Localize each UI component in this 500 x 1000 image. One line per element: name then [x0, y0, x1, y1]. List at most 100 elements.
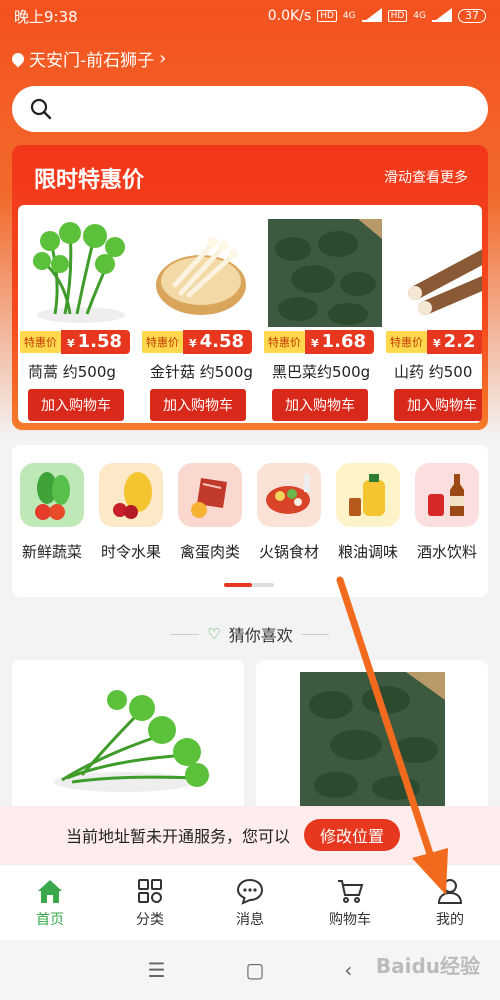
add-to-cart-button[interactable]: 加入购物车: [272, 389, 368, 421]
category-item[interactable]: 禽蛋肉类: [176, 463, 244, 562]
price-row: 特惠价 ¥4.58: [142, 329, 253, 355]
bottom-tab-bar: 首页 分类 消息 购物车 我的: [0, 864, 500, 940]
category-item[interactable]: 时令水果: [97, 463, 165, 562]
guess-header: ♡ 猜你喜欢: [0, 622, 500, 646]
net-speed: 0.0K/s: [267, 8, 312, 24]
product-image: [146, 217, 260, 329]
status-time: 晚上9:38: [14, 7, 78, 26]
promo-title: 限时特惠价: [34, 168, 145, 193]
location-selector[interactable]: 天安门-前石狮子 ›: [9, 46, 167, 71]
network-type-2: 4G: [413, 11, 426, 21]
product-image: [256, 660, 488, 830]
back-icon[interactable]: ‹: [344, 958, 352, 982]
product-price: ¥4.58: [183, 330, 253, 354]
product-image: [268, 217, 382, 329]
divider: [171, 633, 200, 635]
message-icon: [236, 877, 264, 905]
page-dot: [252, 583, 274, 587]
watermark: Baidu经验: [375, 954, 480, 978]
category-label: 酒水饮料: [416, 543, 477, 561]
category-label: 时令水果: [100, 543, 161, 561]
category-item[interactable]: 酒水饮料: [413, 463, 481, 562]
product-name: 金针菇 约500g: [150, 363, 253, 381]
product-price: ¥2.2: [427, 330, 482, 354]
grid-icon: [136, 877, 164, 905]
recommend-card[interactable]: [256, 660, 488, 830]
product-card[interactable]: 特惠价 ¥1.58 茼蒿 约500g 加入购物车: [20, 217, 138, 421]
category-item[interactable]: 新鲜蔬菜: [18, 463, 86, 562]
product-card[interactable]: 特惠价 ¥1.68 黑巴菜约500g 加入购物车: [264, 217, 382, 421]
price-row: 特惠价 ¥2.2: [386, 329, 482, 355]
product-name: 黑巴菜约500g: [272, 363, 371, 381]
signal-icon-2: [432, 8, 452, 22]
meat-icon: [178, 463, 242, 527]
category-label: 火锅食材: [258, 543, 319, 561]
add-to-cart-button[interactable]: 加入购物车: [150, 389, 246, 421]
chevron-right-icon: ›: [159, 48, 167, 69]
discount-tag: 特惠价: [142, 331, 183, 353]
add-to-cart-button[interactable]: 加入购物车: [394, 389, 482, 421]
tab-home[interactable]: 首页: [0, 865, 100, 940]
hd-badge-2: HD: [387, 10, 408, 22]
fruit-icon: [99, 463, 163, 527]
product-image: [24, 217, 138, 329]
cart-icon: [336, 877, 364, 905]
tab-profile[interactable]: 我的: [400, 865, 500, 940]
tab-label: 我的: [436, 912, 464, 928]
network-type: 4G: [342, 11, 356, 21]
tab-label: 消息: [236, 912, 264, 928]
tab-label: 分类: [136, 912, 164, 928]
oil-icon: [336, 463, 400, 527]
category-label: 新鲜蔬菜: [21, 543, 82, 561]
status-bar: 晚上9:38 0.0K/s HD 4G HD 4G 37: [0, 0, 500, 32]
discount-tag: 特惠价: [386, 331, 427, 353]
price-row: 特惠价 ¥1.68: [264, 329, 375, 355]
tab-messages[interactable]: 消息: [200, 865, 300, 940]
status-indicators: 0.0K/s HD 4G HD 4G 37: [268, 8, 486, 24]
divider: [300, 633, 329, 635]
user-icon: [436, 877, 464, 905]
battery-icon: 37: [458, 9, 486, 23]
drinks-icon: [415, 463, 479, 527]
signal-icon: [361, 8, 382, 22]
promo-more-link[interactable]: 滑动查看更多: [384, 167, 468, 187]
product-image: [390, 217, 482, 329]
page-indicator: [224, 583, 274, 587]
discount-tag: 特惠价: [264, 331, 305, 353]
hotpot-icon: [257, 463, 321, 527]
heart-icon: ♡: [207, 625, 221, 643]
tab-label: 首页: [36, 912, 64, 928]
tab-label: 购物车: [329, 912, 371, 928]
tab-cart[interactable]: 购物车: [300, 865, 400, 940]
home-square-icon[interactable]: ▢: [246, 958, 265, 982]
category-item[interactable]: 粮油调味: [334, 463, 402, 562]
discount-tag: 特惠价: [20, 331, 61, 353]
product-image: [12, 660, 244, 830]
category-label: 禽蛋肉类: [179, 543, 240, 561]
price-row: 特惠价 ¥1.58: [20, 329, 131, 355]
product-price: ¥1.68: [305, 330, 375, 354]
tab-category[interactable]: 分类: [100, 865, 200, 940]
category-item[interactable]: 火锅食材: [255, 463, 323, 562]
home-icon: [36, 877, 64, 905]
change-location-button[interactable]: 修改位置: [304, 819, 401, 851]
hd-badge: HD: [317, 10, 337, 22]
product-card[interactable]: 特惠价 ¥4.58 金针菇 约500g 加入购物车: [142, 217, 260, 421]
notice-text: 当前地址暂未开通服务，您可以: [66, 827, 291, 846]
add-to-cart-button[interactable]: 加入购物车: [28, 389, 124, 421]
promo-product-list[interactable]: 特惠价 ¥1.58 茼蒿 约500g 加入购物车 特惠价 ¥4.58 金针菇 约…: [18, 205, 482, 423]
vegetable-icon: [20, 463, 84, 527]
search-bar[interactable]: [12, 86, 488, 132]
product-name: 茼蒿 约500g: [28, 363, 116, 381]
promo-section: 限时特惠价 滑动查看更多 特惠价 ¥1.58 茼蒿 约500g 加入购物车 特惠…: [12, 145, 488, 430]
location-pin-icon: [9, 50, 27, 67]
category-label: 粮油调味: [337, 543, 398, 561]
category-grid: 新鲜蔬菜 时令水果 禽蛋肉类 火锅食材 粮油调味 酒水饮料: [12, 445, 488, 597]
search-icon: [30, 98, 52, 120]
menu-icon[interactable]: ☰: [148, 958, 166, 982]
product-card[interactable]: 特惠价 ¥2.2 山药 约500 加入购物车: [386, 217, 482, 421]
search-input[interactable]: [62, 89, 488, 129]
recommend-card[interactable]: [12, 660, 244, 830]
service-notice: 当前地址暂未开通服务，您可以 修改位置: [0, 806, 500, 864]
product-name: 山药 约500: [394, 363, 473, 381]
